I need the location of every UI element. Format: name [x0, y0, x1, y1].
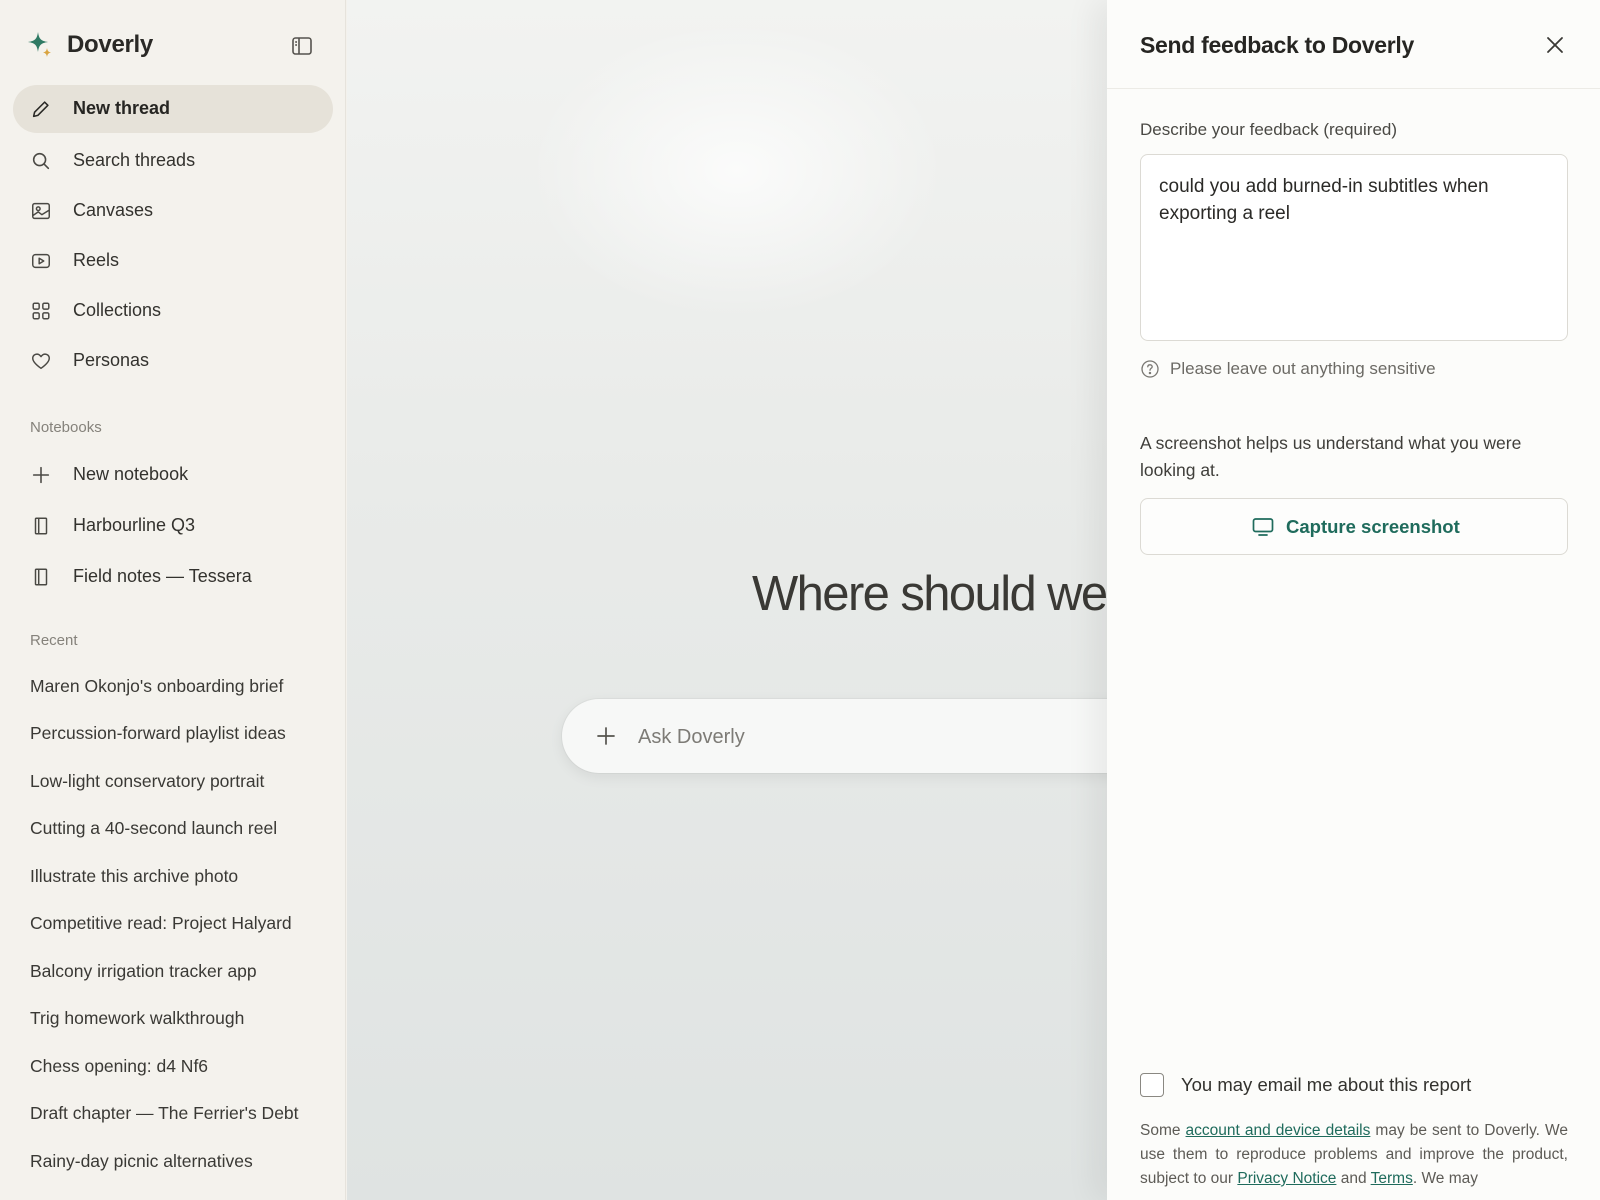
- monitor-icon: [1252, 518, 1274, 536]
- plus-icon: [32, 466, 50, 484]
- nav-canvases[interactable]: Canvases: [13, 187, 333, 235]
- sidebar-toggle-icon[interactable]: [290, 34, 314, 58]
- terms-link[interactable]: Terms: [1371, 1170, 1413, 1187]
- notebook-icon: [34, 517, 48, 535]
- notebook-icon: [34, 568, 48, 586]
- nav-label: Canvases: [73, 200, 154, 220]
- recent-thread[interactable]: Balcony irrigation tracker app: [30, 961, 257, 982]
- notebooks-heading: Notebooks: [30, 419, 102, 436]
- email-consent-checkbox[interactable]: [1140, 1073, 1164, 1097]
- pencil-icon: [32, 101, 49, 118]
- capture-label: Capture screenshot: [1286, 516, 1460, 537]
- nav-label: New thread: [73, 98, 171, 118]
- search-icon: [32, 152, 50, 170]
- ask-bar[interactable]: [562, 699, 1107, 773]
- recent-thread[interactable]: Trig homework walkthrough: [30, 1008, 244, 1029]
- recent-thread[interactable]: Rainy-day picnic alternatives: [30, 1151, 253, 1172]
- recent-heading: Recent: [30, 632, 78, 649]
- background-glow: [527, 20, 947, 320]
- panel-divider: [1107, 88, 1600, 89]
- recent-thread[interactable]: Draft chapter — The Ferrier's Debt: [30, 1103, 299, 1124]
- privacy-notice-link[interactable]: Privacy Notice: [1237, 1170, 1336, 1187]
- notebook-label: Harbourline Q3: [73, 515, 196, 535]
- grid-icon: [32, 302, 50, 320]
- ask-input[interactable]: [638, 723, 1038, 751]
- legal-text: and: [1336, 1170, 1371, 1187]
- hero-heading: Where should we s: [752, 567, 1107, 621]
- account-details-link[interactable]: account and device details: [1186, 1122, 1371, 1139]
- close-icon[interactable]: [1543, 33, 1567, 57]
- brand-row: Doverly: [0, 22, 345, 68]
- screenshot-note: A screenshot helps us understand what yo…: [1140, 433, 1522, 480]
- feedback-field-label: Describe your feedback (required): [1140, 120, 1398, 139]
- recent-thread[interactable]: Chess opening: d4 Nf6: [30, 1056, 208, 1077]
- main-area: Where should we s: [347, 0, 1107, 1200]
- hint-text: Please leave out anything sensitive: [1170, 359, 1436, 378]
- nav-search-threads[interactable]: Search threads: [13, 137, 333, 185]
- notebook-label: Field notes — Tessera: [73, 566, 252, 586]
- nav-label: Reels: [73, 250, 120, 270]
- nav-personas[interactable]: Personas: [13, 337, 333, 385]
- feedback-panel: Send feedback to Doverly Describe your f…: [1107, 0, 1600, 1200]
- sidebar: Doverly New thread Search threads Canvas…: [0, 0, 346, 1200]
- capture-screenshot-button[interactable]: Capture screenshot: [1140, 498, 1568, 555]
- sparkle-logo-icon: [28, 32, 51, 57]
- legal-text: Some: [1140, 1122, 1186, 1139]
- consent-label[interactable]: You may email me about this report: [1181, 1074, 1471, 1096]
- recent-thread[interactable]: Maren Okonjo's onboarding brief: [30, 676, 283, 697]
- recent-thread[interactable]: Illustrate this archive photo: [30, 866, 238, 887]
- notebook-harbourline[interactable]: Harbourline Q3: [13, 502, 333, 550]
- recent-thread[interactable]: Low-light conservatory portrait: [30, 771, 264, 792]
- nav-label: Personas: [73, 350, 150, 370]
- legal-text: . We may: [1412, 1170, 1478, 1187]
- image-icon: [32, 202, 50, 220]
- panel-title: Send feedback to Doverly: [1140, 32, 1414, 58]
- nav-collections[interactable]: Collections: [13, 287, 333, 335]
- nav-reels[interactable]: Reels: [13, 237, 333, 285]
- recent-thread[interactable]: Competitive read: Project Halyard: [30, 913, 292, 934]
- nav-label: Collections: [73, 300, 162, 320]
- plus-icon[interactable]: [594, 724, 618, 748]
- brand-name: Doverly: [67, 31, 153, 58]
- help-circle-icon: [1141, 360, 1159, 378]
- play-icon: [32, 253, 50, 269]
- nav-new-thread[interactable]: New thread: [13, 85, 333, 133]
- recent-thread[interactable]: Percussion-forward playlist ideas: [30, 723, 286, 744]
- notebook-field-notes[interactable]: Field notes — Tessera: [13, 553, 333, 601]
- recent-thread[interactable]: Cutting a 40-second launch reel: [30, 818, 277, 839]
- legal-notice: Some account and device details may be s…: [1140, 1119, 1568, 1191]
- feedback-textarea[interactable]: could you add burned-in subtitles when e…: [1140, 154, 1568, 341]
- notebook-new[interactable]: New notebook: [13, 451, 333, 499]
- heart-icon: [32, 353, 50, 370]
- nav-label: Search threads: [73, 150, 196, 170]
- notebook-label: New notebook: [73, 464, 189, 484]
